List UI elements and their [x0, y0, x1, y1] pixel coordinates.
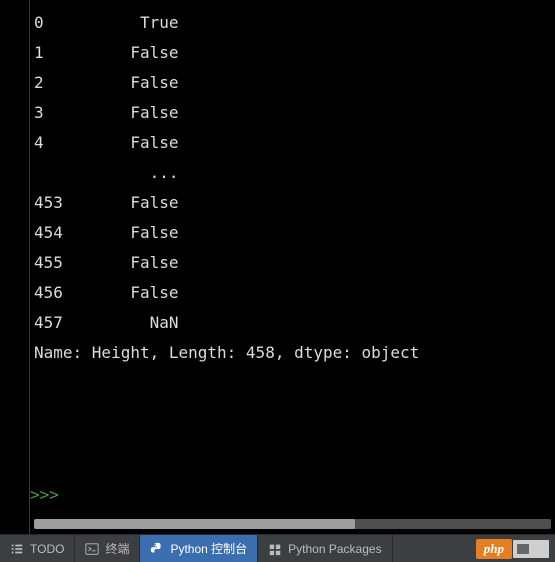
tab-python-packages[interactable]: Python Packages: [258, 535, 392, 562]
repl-prompt[interactable]: >>>: [30, 480, 59, 510]
brand-text: php: [476, 539, 512, 559]
list-icon: [10, 542, 24, 556]
terminal-icon: [85, 542, 99, 556]
console-area: 0 True 1 False 2 False 3 False 4 False .…: [0, 0, 555, 534]
brand-suffix-box: [513, 540, 549, 558]
tab-todo[interactable]: TODO: [0, 535, 75, 562]
tab-label: TODO: [30, 542, 64, 556]
horizontal-scrollbar[interactable]: [34, 518, 551, 530]
terminal-output[interactable]: 0 True 1 False 2 False 3 False 4 False .…: [30, 0, 555, 480]
tab-label: Python 控制台: [170, 540, 247, 557]
bottom-toolbar: TODO 终端 Python 控制台 Python Packages php: [0, 534, 555, 562]
tab-python-console[interactable]: Python 控制台: [140, 535, 258, 562]
tab-terminal[interactable]: 终端: [75, 535, 140, 562]
scrollbar-track[interactable]: [34, 519, 551, 529]
editor-gutter: [0, 0, 30, 534]
packages-icon: [268, 542, 282, 556]
tab-label: Python Packages: [288, 542, 381, 556]
python-icon: [150, 542, 164, 556]
scrollbar-thumb[interactable]: [34, 519, 355, 529]
brand-logo: php: [476, 535, 555, 562]
tab-label: 终端: [105, 540, 129, 557]
